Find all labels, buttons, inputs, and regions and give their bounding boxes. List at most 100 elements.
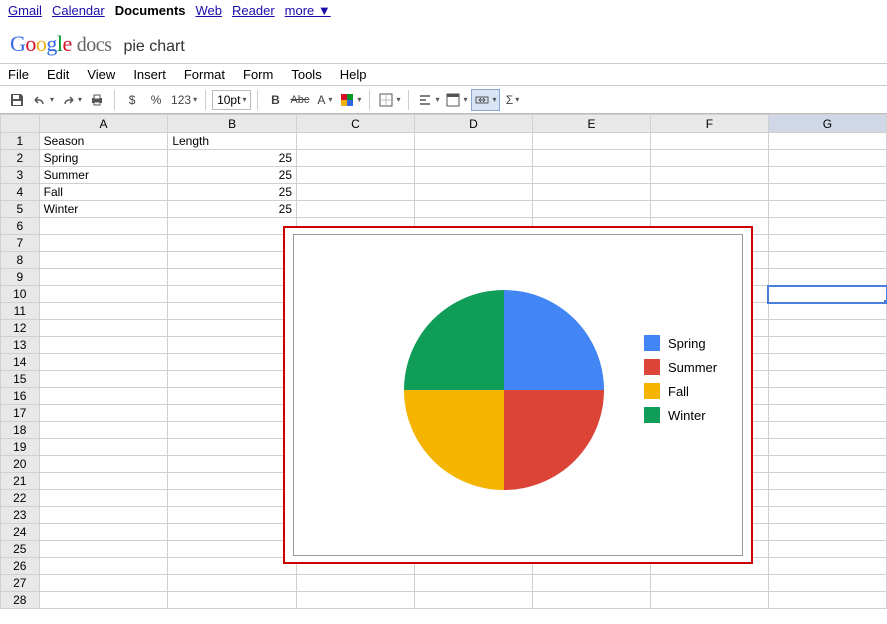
row-header[interactable]: 6	[1, 218, 40, 235]
col-header-F[interactable]: F	[650, 115, 768, 133]
cell[interactable]	[39, 269, 168, 286]
cell[interactable]	[297, 575, 415, 592]
cell[interactable]	[297, 592, 415, 609]
save-icon[interactable]	[6, 89, 28, 111]
cell[interactable]	[168, 507, 297, 524]
cell[interactable]	[168, 286, 297, 303]
cell[interactable]	[168, 269, 297, 286]
cell[interactable]	[39, 541, 168, 558]
col-header-A[interactable]: A	[39, 115, 168, 133]
cell[interactable]: Fall	[39, 184, 168, 201]
chart-object[interactable]: SpringSummerFallWinter	[283, 226, 753, 564]
row-header[interactable]: 13	[1, 337, 40, 354]
cell[interactable]	[39, 490, 168, 507]
cell[interactable]: Season	[39, 133, 168, 150]
cell[interactable]	[168, 320, 297, 337]
cell[interactable]	[768, 592, 886, 609]
row-header[interactable]: 8	[1, 252, 40, 269]
cell[interactable]	[650, 150, 768, 167]
cell[interactable]	[768, 439, 886, 456]
menu-edit[interactable]: Edit	[47, 67, 69, 82]
cell[interactable]	[768, 218, 886, 235]
row-header[interactable]: 25	[1, 541, 40, 558]
cell[interactable]	[168, 371, 297, 388]
cell[interactable]	[168, 218, 297, 235]
menu-insert[interactable]: Insert	[133, 67, 166, 82]
cell[interactable]	[415, 575, 533, 592]
cell[interactable]	[297, 133, 415, 150]
cell[interactable]	[415, 150, 533, 167]
cell[interactable]	[39, 575, 168, 592]
cell[interactable]	[168, 405, 297, 422]
cell[interactable]	[768, 269, 886, 286]
row-header[interactable]: 27	[1, 575, 40, 592]
row-header[interactable]: 23	[1, 507, 40, 524]
text-color-button[interactable]: A	[313, 89, 335, 111]
cell[interactable]	[39, 320, 168, 337]
cell[interactable]	[39, 354, 168, 371]
cell[interactable]	[39, 558, 168, 575]
row-header[interactable]: 7	[1, 235, 40, 252]
cell[interactable]	[768, 371, 886, 388]
cell[interactable]: 25	[168, 184, 297, 201]
cell[interactable]	[39, 473, 168, 490]
cell[interactable]	[39, 218, 168, 235]
row-header[interactable]: 3	[1, 167, 40, 184]
cell[interactable]	[768, 507, 886, 524]
row-header[interactable]: 18	[1, 422, 40, 439]
cell[interactable]	[39, 286, 168, 303]
cell[interactable]	[168, 439, 297, 456]
cell[interactable]	[415, 201, 533, 218]
cell[interactable]	[768, 490, 886, 507]
cell[interactable]	[168, 252, 297, 269]
cell[interactable]	[532, 150, 650, 167]
cell[interactable]	[532, 592, 650, 609]
cell[interactable]	[39, 235, 168, 252]
menu-view[interactable]: View	[87, 67, 115, 82]
font-size-select[interactable]: 10pt	[212, 90, 251, 110]
menu-file[interactable]: File	[8, 67, 29, 82]
cell[interactable]	[39, 507, 168, 524]
merge-button[interactable]	[471, 89, 499, 111]
undo-icon[interactable]	[30, 89, 56, 111]
cell[interactable]	[168, 490, 297, 507]
col-header-D[interactable]: D	[415, 115, 533, 133]
row-header[interactable]: 12	[1, 320, 40, 337]
cell[interactable]	[39, 456, 168, 473]
cell[interactable]	[415, 133, 533, 150]
cell[interactable]	[168, 456, 297, 473]
cell[interactable]	[768, 473, 886, 490]
fill-color-button[interactable]	[337, 89, 363, 111]
row-header[interactable]: 1	[1, 133, 40, 150]
cell[interactable]: Summer	[39, 167, 168, 184]
row-header[interactable]: 14	[1, 354, 40, 371]
cell[interactable]	[415, 167, 533, 184]
cell[interactable]	[168, 524, 297, 541]
cell[interactable]	[768, 150, 886, 167]
row-header[interactable]: 5	[1, 201, 40, 218]
top-nav-more[interactable]: more ▼	[285, 3, 331, 18]
cell[interactable]	[168, 422, 297, 439]
cell[interactable]	[768, 558, 886, 575]
spreadsheet-grid[interactable]: ABCDEFG1SeasonLength2Spring253Summer254F…	[0, 114, 887, 608]
cell[interactable]	[650, 184, 768, 201]
cell[interactable]	[168, 558, 297, 575]
cell[interactable]	[768, 167, 886, 184]
cell[interactable]	[168, 575, 297, 592]
currency-button[interactable]: $	[121, 89, 143, 111]
cell[interactable]	[39, 371, 168, 388]
menu-help[interactable]: Help	[340, 67, 367, 82]
cell[interactable]	[768, 133, 886, 150]
cell[interactable]	[768, 575, 886, 592]
cell[interactable]	[532, 184, 650, 201]
cell[interactable]	[768, 184, 886, 201]
cell[interactable]: Spring	[39, 150, 168, 167]
row-header[interactable]: 19	[1, 439, 40, 456]
cell[interactable]	[768, 422, 886, 439]
cell[interactable]	[168, 473, 297, 490]
borders-button[interactable]	[376, 89, 402, 111]
bold-button[interactable]: B	[264, 89, 286, 111]
row-header[interactable]: 2	[1, 150, 40, 167]
cell[interactable]	[532, 201, 650, 218]
formula-button[interactable]: Σ	[502, 89, 524, 111]
